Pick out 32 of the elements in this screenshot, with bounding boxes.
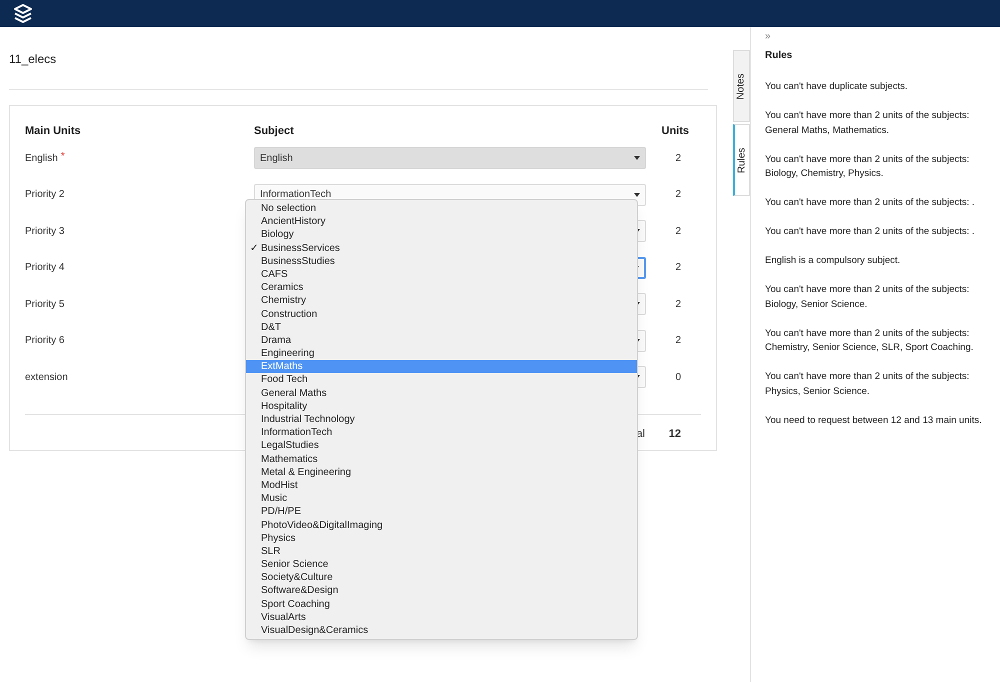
units-value: 2 bbox=[675, 298, 681, 312]
total-value: 12 bbox=[668, 426, 681, 442]
rule-text: You can't have duplicate subjects. bbox=[765, 80, 908, 94]
column-header: Units bbox=[662, 124, 689, 139]
units-value: 2 bbox=[675, 188, 681, 202]
panel-title: Rules bbox=[765, 49, 794, 63]
row-label: English bbox=[25, 152, 58, 166]
row-label: Priority 6 bbox=[25, 334, 64, 348]
units-value: 0 bbox=[675, 370, 681, 385]
column-header: Main Units bbox=[25, 124, 81, 137]
rule-text: English is a compulsory subject. bbox=[765, 254, 902, 268]
row-label: Priority 4 bbox=[25, 261, 64, 276]
rule-text: You can't have more than 2 units of the subjects: . bbox=[765, 196, 976, 210]
units-value: 2 bbox=[675, 334, 681, 348]
rule-text: You need to request between 12 and 13 main units. bbox=[765, 414, 983, 428]
rule-text: You can't have more than 2 units of the subjects: . bbox=[765, 225, 976, 239]
rule-text: You can't have more than 2 units of the subjects: Biology, Chemistry, Physics. bbox=[765, 152, 970, 181]
rule-text: You can't have more than 2 units of the subjects: General Maths, Mathematics. bbox=[765, 109, 970, 138]
row-label: Priority 3 bbox=[25, 224, 64, 239]
row-label: Priority 5 bbox=[25, 298, 64, 312]
units-value: 2 bbox=[675, 152, 681, 166]
rule-text: You can't have more than 2 units of the subjects: Biology, Senior Science. bbox=[765, 283, 970, 312]
units-value: 2 bbox=[675, 261, 681, 276]
rule-text: You can't have more than 2 units of the subjects: Chemistry, Senior Science, SLR, Sport Coaching. bbox=[765, 326, 974, 355]
row-label: Priority 2 bbox=[25, 188, 64, 202]
row-label: extension bbox=[25, 370, 68, 385]
rule-text: You can't have more than 2 units of the subjects: Physics, Senior Science. bbox=[765, 370, 970, 398]
column-header: Subject bbox=[254, 124, 294, 137]
check-icon: ✓ bbox=[250, 242, 258, 255]
units-value: 2 bbox=[675, 224, 681, 239]
page-title: 11_elecs bbox=[9, 52, 56, 66]
required-mark: * bbox=[60, 150, 65, 164]
